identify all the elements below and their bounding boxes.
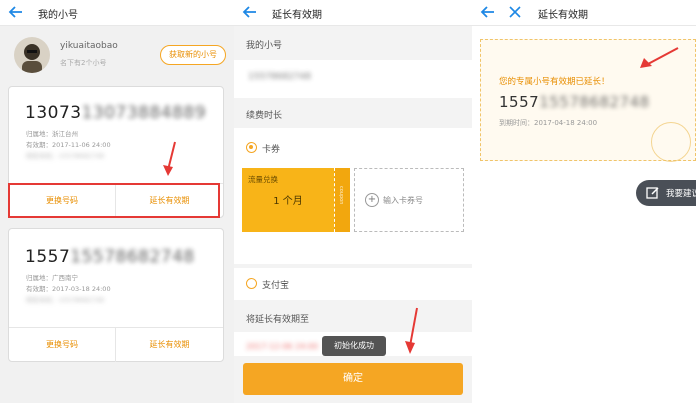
page-title: 延长有效期 bbox=[272, 10, 322, 21]
close-icon[interactable] bbox=[508, 5, 522, 19]
phone-number-blurred: 13073884889 bbox=[81, 103, 207, 123]
bound-text: 绑定本机：15578682748 bbox=[26, 296, 104, 304]
highlight-box bbox=[8, 183, 220, 218]
duration-label: 续费时长 bbox=[246, 111, 283, 121]
number-count: 名下有2个小号 bbox=[60, 59, 107, 67]
coupon-radio[interactable] bbox=[246, 142, 257, 153]
expiry-text: 有效期：2017-03-18 24:00 bbox=[26, 285, 111, 293]
my-number-value: 15578682748 bbox=[248, 72, 311, 82]
success-message: 您的专属小号有效期已延长！ bbox=[499, 77, 610, 87]
top-bar: 延长有效期 bbox=[234, 0, 472, 26]
card-actions: 更换号码 延长有效期 bbox=[9, 327, 223, 362]
number-info: 归属地：广西南宁 有效期：2017-03-18 24:00 绑定本机：15578… bbox=[26, 273, 111, 306]
region-text: 归属地：浙江台州 bbox=[26, 130, 78, 138]
back-arrow-icon[interactable] bbox=[8, 4, 24, 20]
add-coupon-label: 输入卡券号 bbox=[383, 196, 423, 205]
edit-icon bbox=[646, 187, 659, 199]
profile-section: yikuaitaobao 名下有2个小号 获取新的小号 bbox=[0, 27, 234, 82]
number-info: 归属地：浙江台州 有效期：2017-11-06 24:00 绑定本机：15578… bbox=[26, 129, 111, 162]
bound-text: 绑定本机：15578682748 bbox=[26, 152, 104, 160]
my-number-row: 15578682748 bbox=[234, 60, 472, 98]
plus-icon: + bbox=[365, 193, 379, 207]
coupon-stub: coupon bbox=[334, 168, 350, 232]
toast-message: 初始化成功 bbox=[322, 336, 386, 356]
top-bar: 延长有效期 bbox=[472, 0, 696, 26]
suggestion-button[interactable]: 我要建议 bbox=[636, 180, 696, 206]
number-card: 155715578682748 归属地：广西南宁 有效期：2017-03-18 … bbox=[8, 228, 224, 362]
coupon-card[interactable]: 流量兑换 1 个月 coupon bbox=[242, 168, 350, 232]
coupon-title: 流量兑换 bbox=[248, 175, 278, 184]
phone-number: 155715578682748 bbox=[25, 247, 195, 267]
annotation-arrow-icon bbox=[640, 47, 679, 68]
phone-number: 1307313073884889 bbox=[25, 103, 207, 123]
alipay-option-label: 支付宝 bbox=[262, 281, 290, 291]
page-title: 延长有效期 bbox=[538, 10, 588, 21]
alipay-radio[interactable] bbox=[246, 278, 257, 289]
username: yikuaitaobao bbox=[60, 41, 118, 51]
coupon-duration: 1 个月 bbox=[273, 196, 303, 207]
annotation-arrow-icon bbox=[405, 307, 418, 354]
avatar[interactable] bbox=[14, 37, 50, 73]
my-numbers-screen: 我的小号 yikuaitaobao 名下有2个小号 获取新的小号 1307313… bbox=[0, 0, 234, 403]
expiry-text: 到期时间：2017-04-18 24:00 bbox=[499, 119, 598, 127]
add-coupon-box[interactable]: + 输入卡券号 bbox=[354, 168, 464, 232]
extend-to-value: 2017-12-06 24:00 bbox=[246, 342, 319, 351]
extend-to-label: 将延长有效期至 bbox=[246, 315, 310, 325]
phone-number: 155715578682748 bbox=[499, 93, 650, 111]
page-title: 我的小号 bbox=[38, 10, 78, 21]
extend-validity-button[interactable]: 延长有效期 bbox=[116, 328, 223, 362]
phone-number-blurred: 15578682748 bbox=[70, 247, 195, 267]
expiry-text: 有效期：2017-11-06 24:00 bbox=[26, 141, 111, 149]
top-bar: 我的小号 bbox=[0, 0, 234, 26]
extend-success-screen: 延长有效期 您的专属小号有效期已延长！ 155715578682748 到期时间… bbox=[472, 0, 696, 403]
phone-number-blurred: 15578682748 bbox=[539, 93, 650, 111]
my-number-label: 我的小号 bbox=[246, 41, 283, 51]
coupon-option-label: 卡券 bbox=[262, 145, 281, 155]
coupon-stub-text: coupon bbox=[338, 186, 344, 205]
alipay-row[interactable]: 支付宝 bbox=[234, 268, 472, 300]
screenshot-stage: 我的小号 yikuaitaobao 名下有2个小号 获取新的小号 1307313… bbox=[0, 0, 696, 403]
annotation-arrow-icon bbox=[163, 141, 176, 176]
region-text: 归属地：广西南宁 bbox=[26, 274, 78, 282]
suggestion-label: 我要建议 bbox=[666, 189, 696, 199]
extend-validity-screen: 延长有效期 我的小号 15578682748 续费时长 卡券 流量兑换 1 个月… bbox=[234, 0, 472, 403]
get-new-number-button[interactable]: 获取新的小号 bbox=[160, 45, 226, 65]
back-arrow-icon[interactable] bbox=[480, 4, 496, 20]
stamp-icon bbox=[651, 122, 691, 162]
back-arrow-icon[interactable] bbox=[242, 4, 258, 20]
confirm-button[interactable]: 确定 bbox=[243, 363, 463, 395]
change-number-button[interactable]: 更换号码 bbox=[9, 328, 116, 362]
